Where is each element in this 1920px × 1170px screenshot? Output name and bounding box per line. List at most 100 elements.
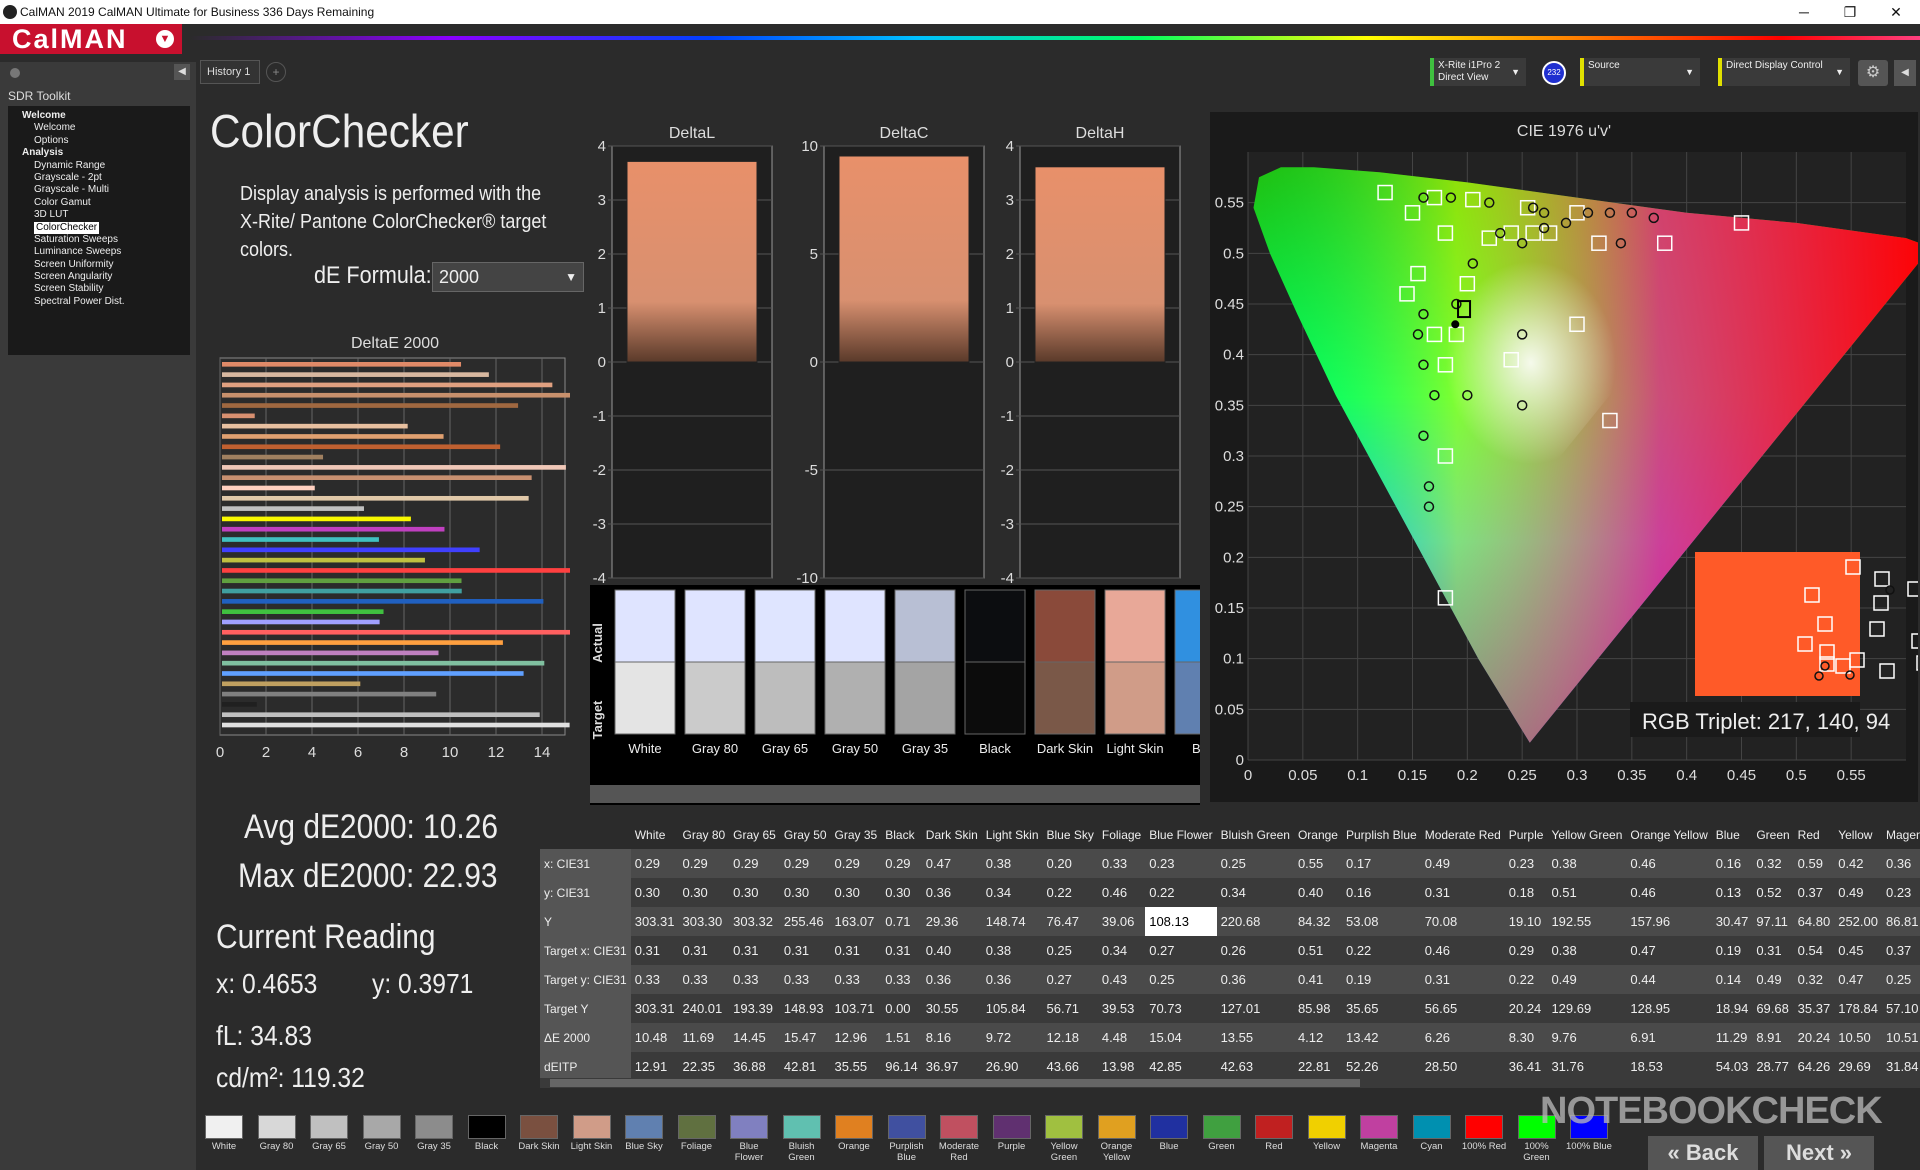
sidebar-item-screen-uniformity[interactable]: Screen Uniformity [8,259,190,271]
table-cell[interactable]: 105.84 [981,994,1043,1023]
sidebar-item-grayscale-2pt[interactable]: Grayscale - 2pt [8,172,190,184]
table-cell[interactable]: 255.46 [779,907,831,936]
table-cell[interactable]: 0.23 [1145,849,1217,878]
horizontal-scrollbar[interactable] [590,785,1200,803]
swatch-button-white[interactable]: White [200,1111,248,1165]
table-cell[interactable]: 52.26 [1341,1052,1421,1081]
tab-history-1[interactable]: History 1 [200,60,260,84]
table-cell[interactable]: 26.90 [981,1052,1043,1081]
table-cell[interactable]: 303.31 [630,907,679,936]
table-cell[interactable]: 13.42 [1341,1023,1421,1052]
table-cell[interactable]: 0.36 [1216,965,1294,994]
table-cell[interactable]: 56.71 [1042,994,1098,1023]
swatch-button-purple[interactable]: Purple [988,1111,1036,1165]
swatch-button-yellow-green[interactable]: Yellow Green [1040,1111,1088,1165]
table-cell[interactable]: 0.31 [729,936,780,965]
table-cell[interactable]: 0.47 [1626,936,1712,965]
table-cell[interactable]: 42.85 [1145,1052,1217,1081]
table-cell[interactable]: 42.81 [779,1052,831,1081]
table-cell[interactable]: 0.52 [1752,878,1794,907]
table-cell[interactable]: 76.47 [1042,907,1098,936]
table-cell[interactable]: 15.04 [1145,1023,1217,1052]
table-cell[interactable]: 19.10 [1504,907,1548,936]
table-cell[interactable]: 127.01 [1216,994,1294,1023]
sidebar-item-welcome[interactable]: Welcome [8,122,190,134]
table-cell[interactable]: 15.47 [779,1023,831,1052]
table-cell[interactable]: 0.25 [1881,965,1920,994]
table-cell[interactable]: 28.50 [1420,1052,1505,1081]
table-cell[interactable]: 57.10 [1881,994,1920,1023]
table-cell[interactable]: 128.95 [1626,994,1712,1023]
table-cell[interactable]: 148.74 [981,907,1043,936]
swatch-button-gray-35[interactable]: Gray 35 [410,1111,458,1165]
add-tab-button[interactable]: + [266,62,286,82]
table-cell[interactable]: 0.46 [1097,878,1146,907]
table-cell[interactable]: 0.43 [1097,965,1146,994]
table-cell[interactable]: 0.49 [1834,878,1882,907]
table-cell[interactable]: 64.80 [1793,907,1835,936]
swatch-button-purplish-blue[interactable]: Purplish Blue [883,1111,931,1165]
swatch-button-orange[interactable]: Orange [830,1111,878,1165]
sidebar-item-3d-lut[interactable]: 3D LUT [8,209,190,221]
table-cell[interactable]: 0.18 [1504,878,1548,907]
table-cell[interactable]: 0.22 [1145,878,1217,907]
table-cell[interactable]: 0.27 [1145,936,1217,965]
table-cell[interactable]: 13.98 [1097,1052,1146,1081]
table-cell[interactable]: 0.29 [779,849,831,878]
table-cell[interactable]: 9.76 [1547,1023,1627,1052]
table-cell[interactable]: 0.31 [1420,965,1505,994]
table-cell[interactable]: 193.39 [729,994,780,1023]
table-cell[interactable]: 35.65 [1341,994,1421,1023]
table-cell[interactable]: 0.30 [678,878,730,907]
sidebar-item-spectral-power-dist-[interactable]: Spectral Power Dist. [8,296,190,308]
table-cell[interactable]: 12.18 [1042,1023,1098,1052]
table-cell[interactable]: 163.07 [830,907,882,936]
table-cell[interactable]: 157.96 [1626,907,1712,936]
table-cell[interactable]: 0.33 [678,965,730,994]
table-cell[interactable]: 18.94 [1711,994,1753,1023]
table-cell[interactable]: 0.30 [830,878,882,907]
table-cell[interactable]: 0.37 [1881,936,1920,965]
table-cell[interactable]: 0.33 [1097,849,1146,878]
table-cell[interactable]: 70.08 [1420,907,1505,936]
swatch-button-100-red[interactable]: 100% Red [1460,1111,1508,1165]
next-button[interactable]: Next » [1764,1136,1874,1170]
table-cell[interactable]: 0.32 [1793,965,1835,994]
swatch-button-red[interactable]: Red [1250,1111,1298,1165]
table-cell[interactable]: 0.40 [921,936,982,965]
table-cell[interactable]: 0.27 [1042,965,1098,994]
table-cell[interactable]: 12.91 [630,1052,679,1081]
swatch-button-black[interactable]: Black [463,1111,511,1165]
table-cell[interactable]: 0.33 [630,965,679,994]
table-cell[interactable]: 0.40 [1293,878,1342,907]
pin-icon[interactable] [10,68,20,78]
table-cell[interactable]: 103.71 [830,994,882,1023]
table-cell[interactable]: 0.29 [729,849,780,878]
table-cell[interactable]: 252.00 [1834,907,1882,936]
table-cell[interactable]: 22.35 [678,1052,730,1081]
minimize-button[interactable]: ─ [1784,2,1824,22]
table-cell[interactable]: 0.31 [630,936,679,965]
back-button[interactable]: « Back [1648,1136,1758,1170]
swatch-button-yellow[interactable]: Yellow [1303,1111,1351,1165]
table-cell[interactable]: 0.38 [1547,849,1627,878]
table-cell[interactable]: 31.76 [1547,1052,1627,1081]
swatch-button-green[interactable]: Green [1198,1111,1246,1165]
table-cell[interactable]: 8.91 [1752,1023,1794,1052]
table-cell[interactable]: 0.47 [1834,965,1882,994]
table-cell[interactable]: 0.33 [779,965,831,994]
table-cell[interactable]: 0.46 [1420,936,1505,965]
table-cell[interactable]: 0.29 [1504,936,1548,965]
close-button[interactable]: ✕ [1876,2,1916,22]
table-cell[interactable]: 8.16 [921,1023,982,1052]
table-cell[interactable]: 56.65 [1420,994,1505,1023]
table-cell[interactable]: 0.19 [1711,936,1753,965]
table-cell[interactable]: 0.22 [1504,965,1548,994]
table-cell[interactable]: 0.49 [1752,965,1794,994]
swatch-button-blue-flower[interactable]: Blue Flower [725,1111,773,1165]
table-cell[interactable]: 108.13 [1145,907,1217,936]
sidebar-item-dynamic-range[interactable]: Dynamic Range [8,160,190,172]
table-cell[interactable]: 303.32 [729,907,780,936]
table-cell[interactable]: 10.50 [1834,1023,1882,1052]
maximize-button[interactable]: ❐ [1830,2,1870,22]
